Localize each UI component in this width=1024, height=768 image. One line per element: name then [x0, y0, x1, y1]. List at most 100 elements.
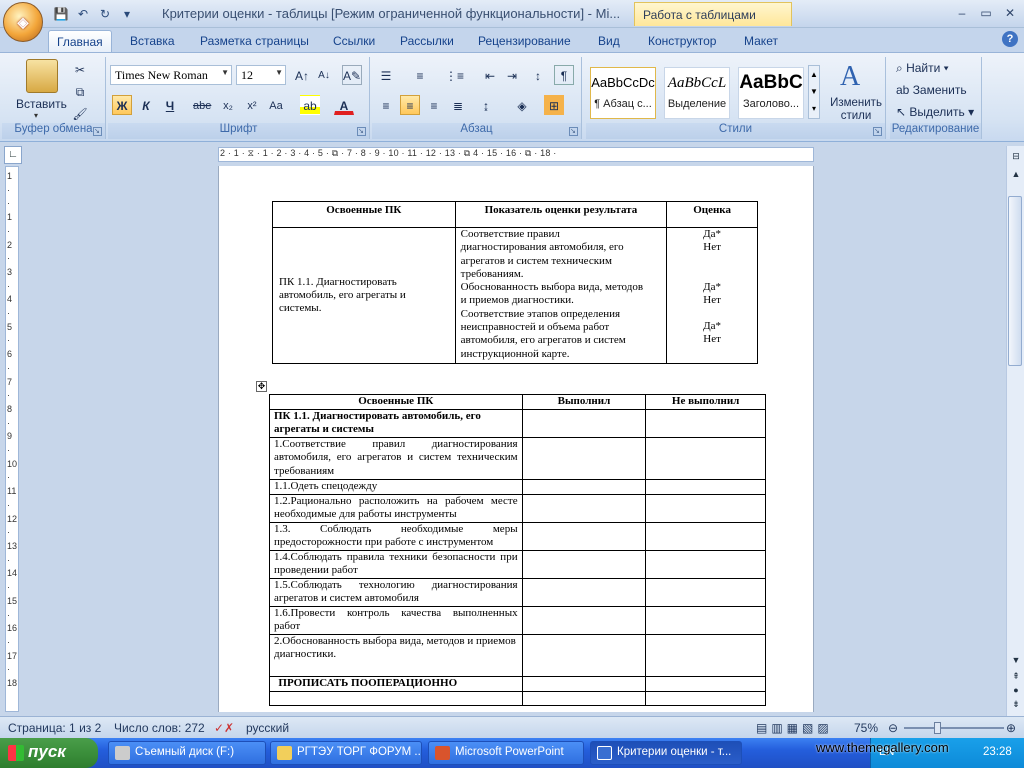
- align-center-icon[interactable]: ≡: [400, 95, 420, 115]
- grow-font-button[interactable]: A↑: [292, 65, 312, 85]
- increase-indent-icon[interactable]: ⇥: [502, 65, 522, 85]
- tab-insert[interactable]: Вставка: [122, 30, 183, 52]
- table-cell[interactable]: ПК 1.1. Диагностировать автомобиль, его …: [269, 408, 523, 438]
- tab-mailings[interactable]: Рассылки: [392, 30, 462, 52]
- taskbar-item-folder[interactable]: РГТЭУ ТОРГ ФОРУМ ...: [270, 741, 422, 765]
- done-cell[interactable]: [521, 493, 647, 523]
- change-case-button[interactable]: Aa: [266, 95, 286, 115]
- done-cell[interactable]: [521, 436, 647, 480]
- minimize-button[interactable]: –: [950, 4, 974, 22]
- clock[interactable]: 23:28: [983, 746, 1012, 758]
- tab-view[interactable]: Вид: [590, 30, 628, 52]
- done-cell[interactable]: [521, 605, 647, 635]
- ruler-toggle-icon[interactable]: ⊟: [1008, 148, 1024, 164]
- not-done-cell[interactable]: [645, 577, 766, 607]
- superscript-button[interactable]: x²: [242, 95, 262, 115]
- styles-scroll[interactable]: ▲ ▼ ▾: [808, 65, 820, 119]
- page-indicator[interactable]: Страница: 1 из 2: [8, 721, 101, 735]
- language-indicator[interactable]: русский: [246, 721, 289, 735]
- not-done-cell[interactable]: [645, 675, 766, 692]
- shading-icon[interactable]: ◈: [512, 95, 532, 115]
- shrink-font-button[interactable]: A↓: [314, 65, 334, 85]
- replace-button[interactable]: ab Заменить: [896, 83, 967, 97]
- highlight-icon[interactable]: ab: [300, 95, 320, 115]
- close-button[interactable]: ✕: [998, 4, 1022, 22]
- style-normal[interactable]: AaBbCcDc ¶ Абзац с...: [590, 67, 656, 119]
- done-cell[interactable]: [521, 690, 647, 706]
- table-cell[interactable]: 1.5.Соблюдать технологию диагностировани…: [269, 577, 523, 607]
- find-button[interactable]: ⌕ Найти ▾: [896, 61, 949, 76]
- underline-button[interactable]: Ч: [160, 95, 180, 115]
- not-done-cell[interactable]: [645, 436, 766, 480]
- zoom-slider-thumb[interactable]: [934, 722, 941, 734]
- zoom-slider[interactable]: [904, 727, 1004, 729]
- tab-page-layout[interactable]: Разметка страницы: [192, 30, 317, 52]
- multilevel-list-icon[interactable]: ⋮≡: [444, 65, 464, 85]
- redo-icon[interactable]: ↻: [96, 6, 114, 22]
- style-emphasis[interactable]: AaBbCcL Выделение: [664, 67, 730, 119]
- font-launcher-icon[interactable]: ↘: [357, 127, 366, 136]
- help-icon[interactable]: ?: [1002, 31, 1018, 47]
- not-done-cell[interactable]: [645, 493, 766, 523]
- competence-cell[interactable]: ПК 1.1. Диагностировать автомобиль, его …: [272, 227, 456, 364]
- paragraph-launcher-icon[interactable]: ↘: [569, 127, 578, 136]
- sort-icon[interactable]: ↕: [528, 65, 548, 85]
- justify-icon[interactable]: ≣: [448, 95, 468, 115]
- italic-button[interactable]: К: [136, 95, 156, 115]
- decrease-indent-icon[interactable]: ⇤: [480, 65, 500, 85]
- tab-layout[interactable]: Макет: [736, 30, 786, 52]
- clipboard-launcher-icon[interactable]: ↘: [93, 127, 102, 136]
- paste-icon[interactable]: [26, 59, 58, 93]
- done-cell[interactable]: [521, 549, 647, 579]
- table-cell[interactable]: 1.4.Соблюдать правила техники безопаснос…: [269, 549, 523, 579]
- select-button[interactable]: ↖ Выделить ▾: [896, 105, 974, 119]
- line-spacing-icon[interactable]: ↨: [476, 95, 496, 115]
- table-cell[interactable]: 1.Соответствие правил диагностирования а…: [269, 436, 523, 480]
- table-cell[interactable]: 1.6.Провести контроль качества выполненн…: [269, 605, 523, 635]
- office-button[interactable]: ◈: [3, 2, 43, 42]
- tab-selector-icon[interactable]: ∟: [4, 146, 22, 164]
- font-name-combo[interactable]: Times New Roman ▼: [110, 65, 232, 85]
- scroll-down-icon[interactable]: ▼: [1008, 652, 1024, 668]
- table-cell[interactable]: ПРОПИСАТЬ ПООПЕРАЦИОННО: [269, 675, 523, 692]
- not-done-cell[interactable]: [645, 521, 766, 551]
- font-size-combo[interactable]: 12 ▼: [236, 65, 286, 85]
- zoom-in-icon[interactable]: ⊕: [1006, 721, 1016, 735]
- borders-icon[interactable]: ⊞: [544, 95, 564, 115]
- paste-dropdown-icon[interactable]: ▾: [34, 111, 38, 120]
- not-done-cell[interactable]: [645, 478, 766, 495]
- start-button[interactable]: пуск: [0, 738, 98, 768]
- not-done-cell[interactable]: [645, 605, 766, 635]
- strikethrough-button[interactable]: abe: [192, 95, 212, 115]
- done-cell[interactable]: [521, 633, 647, 677]
- bullets-icon[interactable]: ☰: [376, 65, 396, 85]
- align-right-icon[interactable]: ≡: [424, 95, 444, 115]
- table-cell[interactable]: 1.1.Одеть спецодежду: [269, 478, 523, 495]
- table-cell[interactable]: 1.2.Рационально расположить на рабочем м…: [269, 493, 523, 523]
- restore-button[interactable]: ▭: [974, 4, 998, 22]
- done-cell[interactable]: [521, 577, 647, 607]
- tab-design[interactable]: Конструктор: [640, 30, 724, 52]
- grades-cell[interactable]: Да* Нет Да* Нет Да* Нет: [666, 227, 758, 364]
- done-cell[interactable]: [521, 408, 647, 438]
- table-cell[interactable]: 2.Обоснованность выбора вида, методов и …: [269, 633, 523, 677]
- view-buttons[interactable]: ▤▥▦▧▨: [756, 721, 833, 735]
- show-marks-icon[interactable]: ¶: [554, 65, 574, 85]
- numbering-icon[interactable]: ≡: [410, 65, 430, 85]
- done-cell[interactable]: [521, 478, 647, 495]
- cut-icon[interactable]: ✂: [70, 59, 90, 79]
- paste-button[interactable]: Вставить: [16, 97, 67, 111]
- align-left-icon[interactable]: ≡: [376, 95, 396, 115]
- spellcheck-icon[interactable]: ✓✗: [214, 721, 234, 735]
- scroll-up-icon[interactable]: ▲: [1008, 166, 1024, 182]
- not-done-cell[interactable]: [645, 408, 766, 438]
- bold-button[interactable]: Ж: [112, 95, 132, 115]
- tab-review[interactable]: Рецензирование: [470, 30, 579, 52]
- done-cell[interactable]: [521, 521, 647, 551]
- taskbar-item-powerpoint[interactable]: Microsoft PowerPoint: [428, 741, 584, 765]
- zoom-level[interactable]: 75%: [854, 721, 878, 735]
- indicators-cell[interactable]: Соответствие правил диагностирования авт…: [454, 227, 668, 364]
- copy-icon[interactable]: ⧉: [70, 81, 90, 101]
- scrollbar-thumb[interactable]: [1008, 196, 1022, 366]
- zoom-out-icon[interactable]: ⊖: [888, 721, 898, 735]
